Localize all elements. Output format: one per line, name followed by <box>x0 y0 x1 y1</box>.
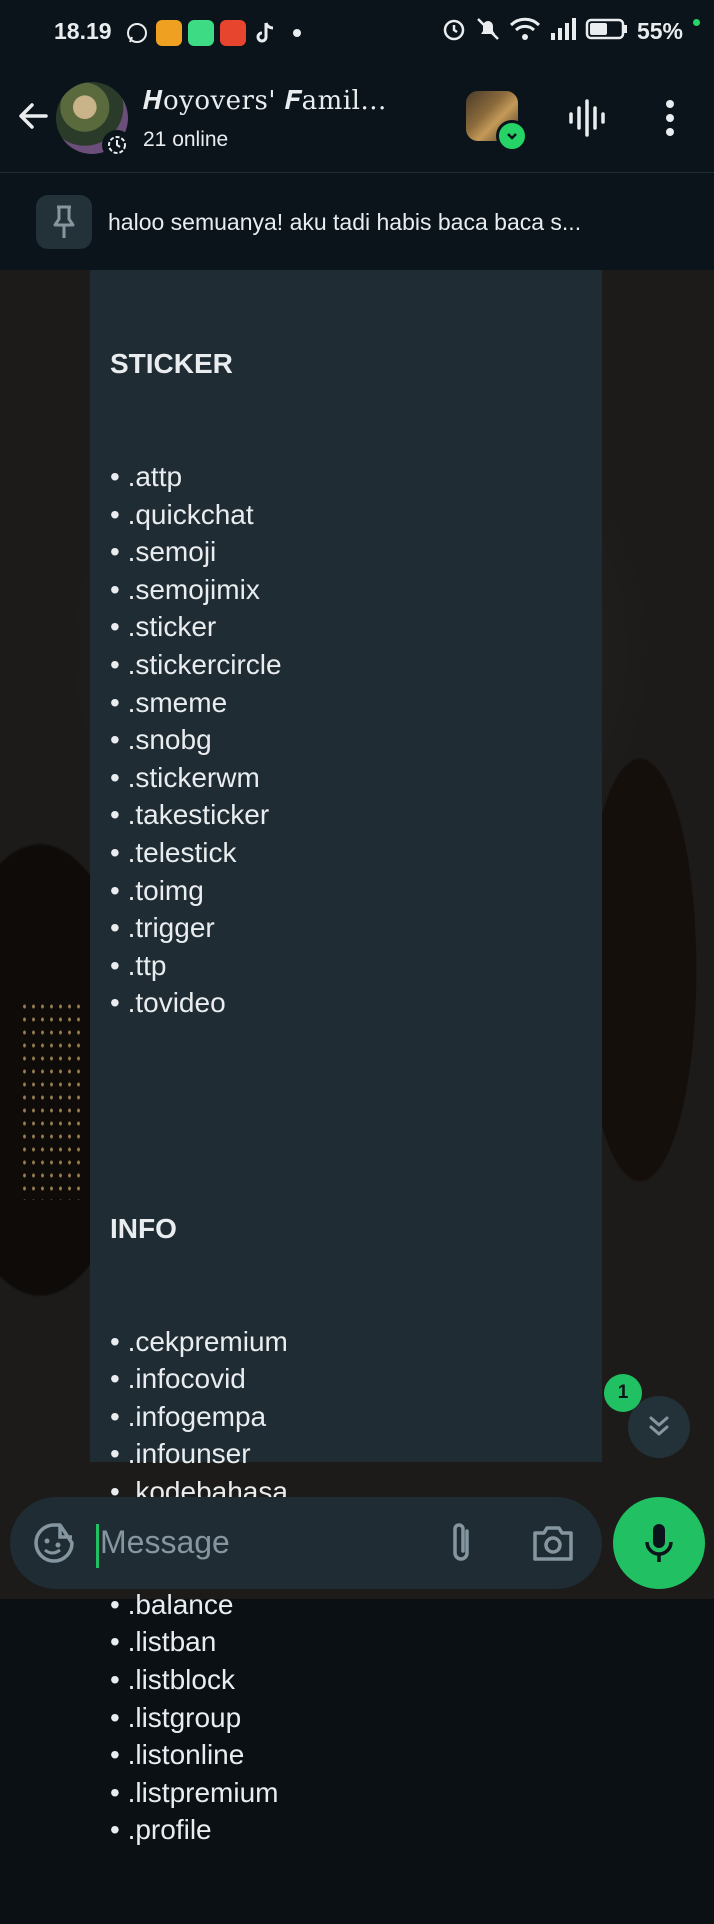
attach-icon[interactable] <box>446 1519 476 1565</box>
sticker-command-item: • .trigger <box>110 912 215 944</box>
voice-message-button[interactable] <box>613 1497 705 1589</box>
sticker-command-item: • .attp <box>110 460 183 492</box>
message-input[interactable]: Message <box>100 1524 230 1561</box>
info-command-item: • .listblock <box>110 1663 235 1695</box>
info-command-item: • .listpremium <box>110 1776 279 1808</box>
double-chevron-down-icon <box>649 1416 669 1436</box>
sticker-command-item: • .ttp <box>110 949 167 981</box>
camera-icon[interactable] <box>530 1521 576 1565</box>
pinned-message-bar[interactable]: haloo semuanya! aku tadi habis baca baca… <box>0 172 714 270</box>
message-composer[interactable]: Message <box>10 1497 602 1589</box>
sticker-icon[interactable] <box>32 1521 76 1565</box>
sticker-command-list: • .attp • .quickchat • .semoji • .semojimix… <box>110 458 590 1022</box>
back-arrow-icon[interactable] <box>16 98 52 134</box>
sticker-command-item: • .semojimix <box>110 573 260 605</box>
info-command-item: • .profile <box>110 1814 212 1846</box>
sticker-command-item: • .takesticker <box>110 799 270 831</box>
info-command-item: • .listgroup <box>110 1701 242 1733</box>
battery-percent: 55% <box>636 18 683 44</box>
disappearing-timer-icon <box>102 130 132 160</box>
message-bubble[interactable]: STICKER • .attp • .quickchat • .semoji • .s… <box>90 270 602 1845</box>
sticker-command-item: • .stickerwm <box>110 761 260 793</box>
sticker-command-item: • .sticker <box>110 611 217 643</box>
signal-icon <box>549 16 577 47</box>
microphone-icon <box>645 1524 673 1562</box>
online-count[interactable]: 21 online <box>143 128 228 152</box>
whatsapp-icon <box>124 20 150 46</box>
shopee-icon <box>156 20 182 46</box>
chevron-down-icon[interactable] <box>496 120 528 152</box>
text-cursor <box>96 1524 99 1568</box>
dot-icon <box>284 20 310 46</box>
sticker-command-item: • .snobg <box>110 724 212 756</box>
sticker-command-item: • .semoji <box>110 536 217 568</box>
pin-icon <box>36 195 92 249</box>
wallpaper-lights <box>20 1000 80 1200</box>
status-bar: 18.19 55% <box>0 0 714 68</box>
sticker-command-item: • .telestick <box>110 836 237 868</box>
message-text: STICKER • .attp • .quickchat • .semoji • .s… <box>110 270 590 1924</box>
sticker-command-item: • .quickchat <box>110 498 254 530</box>
sticker-command-item: • .stickercircle <box>110 648 282 680</box>
info-command-item: • .infocovid <box>110 1363 246 1395</box>
notification-icons <box>124 20 310 46</box>
info-command-item: • .balance <box>110 1588 234 1620</box>
sticker-command-item: • .toimg <box>110 874 204 906</box>
chat-header: 𝑯oyovers' 𝑭amil... 21 online <box>0 68 714 172</box>
privacy-indicator-dot <box>693 19 700 26</box>
alarm-icon <box>441 16 467 47</box>
info-command-item: • .listban <box>110 1626 217 1658</box>
group-name[interactable]: 𝑯oyovers' 𝑭amil... <box>143 86 451 117</box>
info-command-item: • .cekpremium <box>110 1325 288 1357</box>
sticker-command-item: • .tovideo <box>110 987 226 1019</box>
section-header-sticker: STICKER <box>110 348 233 380</box>
battery-icon <box>585 16 629 47</box>
section-header-info: INFO <box>110 1212 177 1244</box>
info-command-item: • .infounser <box>110 1438 251 1470</box>
tiktok-icon <box>252 20 278 46</box>
pinned-message-text: haloo semuanya! aku tadi habis baca baca… <box>108 209 582 235</box>
mute-icon <box>475 16 501 47</box>
unread-badge: 1 <box>604 1374 642 1412</box>
sticker-command-item: • .smeme <box>110 686 228 718</box>
status-time: 18.19 <box>54 18 112 44</box>
game-icon <box>220 20 246 46</box>
wifi-icon <box>509 16 541 47</box>
more-options-icon[interactable] <box>656 98 684 138</box>
voice-chat-icon[interactable] <box>568 98 606 138</box>
info-command-item: • .listonline <box>110 1739 245 1771</box>
info-command-item: • .infogempa <box>110 1400 267 1432</box>
gallery-icon <box>188 20 214 46</box>
